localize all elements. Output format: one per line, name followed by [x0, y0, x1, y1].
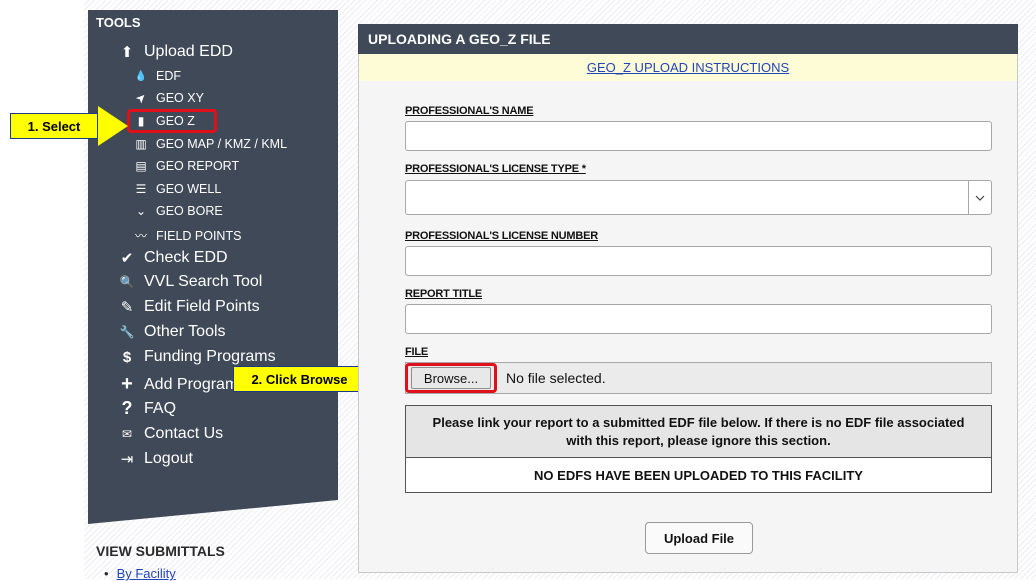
sidebar-item-geo-map[interactable]: ▥ GEO MAP / KMZ / KML [134, 137, 287, 151]
dollar-icon: $ [122, 348, 132, 366]
edf-notice: Please link your report to a submitted E… [406, 406, 991, 458]
sidebar-item-label: Upload EDD [144, 43, 233, 60]
file-status: No file selected. [506, 370, 606, 386]
sidebar-item-label: GEO REPORT [156, 159, 240, 173]
sidebar-item-vvl-search[interactable]: 🔍 VVL Search Tool [118, 273, 263, 291]
sidebar-heading: TOOLS [96, 15, 141, 30]
map-icon: ▥ [135, 137, 147, 151]
geo-z-highlight-box [127, 109, 217, 133]
envelope-icon: ✉ [121, 427, 133, 441]
sidebar-item-label: Contact Us [144, 425, 224, 442]
sidebar-item-geo-bore[interactable]: ⌄ GEO BORE [134, 204, 223, 218]
sidebar-item-label: GEO BORE [156, 204, 223, 218]
upload-file-button[interactable]: Upload File [645, 522, 753, 554]
logout-icon: ⇥ [120, 451, 134, 468]
license-number-field[interactable] [405, 246, 992, 276]
instructions-bar: GEO_Z UPLOAD INSTRUCTIONS [359, 54, 1017, 81]
sidebar-item-edit-field-points[interactable]: ✎ Edit Field Points [118, 298, 260, 316]
sidebar-item-label: EDF [156, 69, 181, 83]
lines-icon: ☰ [135, 182, 147, 196]
sidebar-item-label: GEO WELL [156, 182, 222, 196]
sidebar-item-label: GEO XY [156, 91, 204, 105]
wave-icon: 〰 [134, 229, 147, 243]
sidebar-item-label: Logout [144, 450, 193, 467]
sidebar-item-field-points[interactable]: 〰 FIELD POINTS [134, 227, 241, 244]
sidebar-item-label: Edit Field Points [144, 298, 260, 315]
sidebar-item-label: Other Tools [144, 323, 226, 340]
sidebar-item-label: FAQ [144, 399, 177, 417]
panel-title: UPLOADING A GEO_Z FILE [358, 24, 1018, 54]
sidebar-item-label: Add Programs [144, 375, 247, 393]
plus-icon: + [121, 373, 133, 395]
callout-select-label: 1. Select [10, 113, 98, 139]
report-title-field[interactable] [405, 304, 992, 334]
question-icon: ? [121, 398, 133, 418]
sidebar-item-upload-edd[interactable]: ⬆ Upload EDD [118, 43, 233, 61]
edf-link-section: Please link your report to a submitted E… [405, 405, 992, 493]
professional-name-label: PROFESSIONAL'S NAME [405, 105, 534, 117]
license-number-label: PROFESSIONAL'S LICENSE NUMBER [405, 230, 599, 242]
callout-browse-label: 2. Click Browse [233, 366, 366, 392]
sidebar-item-logout[interactable]: ⇥ Logout [118, 450, 193, 468]
sidebar-item-faq[interactable]: ? FAQ [118, 398, 177, 419]
search-icon: 🔍 [119, 275, 135, 289]
sidebar-item-label: Check EDD [144, 249, 228, 266]
license-type-select[interactable] [405, 180, 992, 215]
sidebar-item-label: GEO MAP / KMZ / KML [156, 137, 288, 151]
location-arrow-icon: ➤ [132, 89, 150, 107]
professional-name-field[interactable] [405, 121, 992, 151]
wrench-icon: 🔧 [119, 325, 135, 339]
file-label: FILE [405, 346, 429, 358]
license-type-label: PROFESSIONAL'S LICENSE TYPE * [405, 163, 586, 175]
upload-icon: ⬆ [120, 44, 134, 61]
sidebar-item-add-programs[interactable]: + Add Programs [118, 373, 246, 396]
upload-instructions-link[interactable]: GEO_Z UPLOAD INSTRUCTIONS [587, 60, 789, 75]
sidebar-item-geo-well[interactable]: ☰ GEO WELL [134, 182, 222, 196]
sidebar-item-check-edd[interactable]: ✔ Check EDD [118, 249, 228, 267]
sidebar-item-label: VVL Search Tool [144, 273, 263, 290]
check-icon: ✔ [120, 250, 134, 267]
sidebar-item-geo-xy[interactable]: ➤ GEO XY [132, 89, 204, 107]
sidebar-item-edf[interactable]: 💧 EDF [134, 69, 181, 83]
edit-icon: ✎ [120, 299, 134, 316]
sidebar-item-label: FIELD POINTS [156, 228, 242, 243]
sidebar-item-other-tools[interactable]: 🔧 Other Tools [118, 323, 226, 341]
edf-empty-message: NO EDFS HAVE BEEN UPLOADED TO THIS FACIL… [534, 468, 863, 483]
report-title-label: REPORT TITLE [405, 288, 483, 300]
report-icon: ▤ [135, 159, 147, 173]
view-submittals-heading: VIEW SUBMITTALS [96, 543, 225, 559]
droplet-icon: 💧 [134, 70, 148, 82]
callout-select-arrow [98, 106, 128, 146]
sidebar-item-geo-report[interactable]: ▤ GEO REPORT [134, 159, 239, 173]
chevrons-down-icon: ⌄ [135, 204, 147, 218]
chevron-down-icon[interactable] [968, 181, 991, 214]
callout-select: 1. Select [10, 106, 128, 146]
sidebar-item-contact-us[interactable]: ✉ Contact Us [118, 425, 223, 443]
browse-highlight-box [405, 363, 497, 393]
